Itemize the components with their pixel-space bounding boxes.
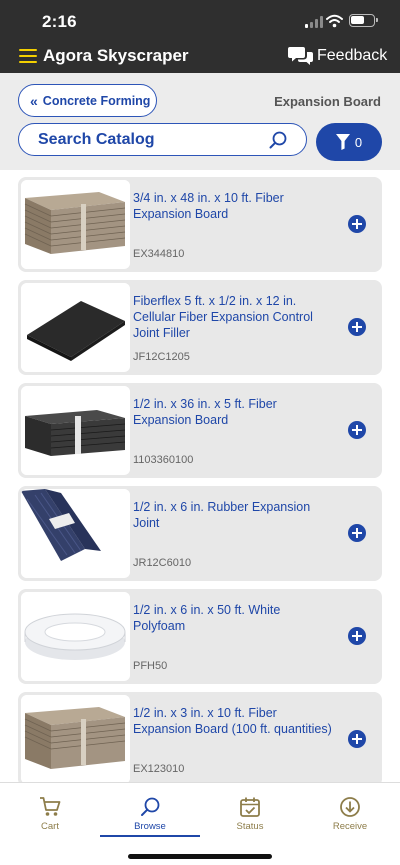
product-card[interactable]: Fiberflex 5 ft. x 1/2 in. x 12 in. Cellu… [18,280,382,375]
product-image [21,180,130,269]
add-to-cart-button[interactable] [348,421,366,439]
battery-icon [349,14,378,27]
tab-receive[interactable]: Receive [300,783,400,838]
search-input[interactable] [38,124,258,155]
back-to-category-button[interactable]: « Concrete Forming [18,84,157,117]
feedback-button[interactable]: Feedback [288,44,387,68]
product-name[interactable]: 1/2 in. x 3 in. x 10 ft. Fiber Expansion… [133,705,333,737]
add-to-cart-button[interactable] [348,318,366,336]
product-sku: JF12C1205 [133,351,190,363]
product-image [21,386,130,475]
app-bar: Agora Skyscraper Feedback [0,40,400,73]
tab-label: Browse [134,821,166,832]
bottom-tab-bar: Cart Browse Status Receive [0,782,400,865]
product-list[interactable]: 3/4 in. x 48 in. x 10 ft. Fiber Expansio… [0,170,400,782]
tab-browse[interactable]: Browse [100,783,200,838]
calendar-check-icon [240,797,260,817]
double-chevron-left-icon: « [30,92,38,109]
wifi-icon [326,14,343,28]
back-button-label: Concrete Forming [42,93,151,108]
active-tab-indicator [100,835,200,837]
cellular-signal-icon [305,16,323,28]
hamburger-menu-icon[interactable] [19,49,37,63]
product-sku: EX344810 [133,248,185,260]
chat-bubbles-icon [288,47,313,65]
catalog-controls: « Concrete Forming Expansion Board 0 [0,73,400,170]
add-to-cart-button[interactable] [348,524,366,542]
download-circle-icon [340,797,360,817]
product-name[interactable]: 3/4 in. x 48 in. x 10 ft. Fiber Expansio… [133,190,333,222]
product-sku: EX123010 [133,763,185,775]
search-bar [18,123,307,156]
home-indicator[interactable] [128,854,272,859]
product-card[interactable]: 1/2 in. x 6 in. x 50 ft. White Polyfoam … [18,589,382,684]
app-title: Agora Skyscraper [43,46,189,65]
product-card[interactable]: 1/2 in. x 6 in. Rubber Expansion Joint J… [18,486,382,581]
product-image [21,592,130,681]
product-card[interactable]: 3/4 in. x 48 in. x 10 ft. Fiber Expansio… [18,177,382,272]
product-name[interactable]: 1/2 in. x 6 in. Rubber Expansion Joint [133,499,333,531]
tab-label: Receive [332,821,368,832]
product-sku: PFH50 [133,660,168,672]
search-icon[interactable] [269,131,287,149]
top-bar: 2:16 Agora Skyscraper Feedback [0,0,400,73]
feedback-label: Feedback [317,47,388,64]
product-name[interactable]: Fiberflex 5 ft. x 1/2 in. x 12 in. Cellu… [133,293,333,341]
filter-count: 0 [354,134,363,150]
tab-cart[interactable]: Cart [0,783,100,838]
status-bar: 2:16 [0,0,400,40]
product-image [21,695,130,782]
product-sku: JR12C6010 [133,557,192,569]
current-category-label: Expansion Board [274,94,381,109]
search-icon [141,797,160,816]
product-card[interactable]: 1/2 in. x 3 in. x 10 ft. Fiber Expansion… [18,692,382,782]
cart-icon [40,797,61,816]
funnel-icon [335,134,350,150]
tab-label: Cart [41,821,59,832]
add-to-cart-button[interactable] [348,627,366,645]
add-to-cart-button[interactable] [348,730,366,748]
product-image [21,283,130,372]
product-name[interactable]: 1/2 in. x 36 in. x 5 ft. Fiber Expansion… [133,396,333,428]
add-to-cart-button[interactable] [348,215,366,233]
product-name[interactable]: 1/2 in. x 6 in. x 50 ft. White Polyfoam [133,602,333,634]
product-image [21,489,130,578]
product-card[interactable]: 1/2 in. x 36 in. x 5 ft. Fiber Expansion… [18,383,382,478]
status-time: 2:16 [42,12,77,31]
tab-label: Status [236,821,264,832]
tab-status[interactable]: Status [200,783,300,838]
filter-button[interactable]: 0 [316,123,382,161]
product-sku: 1103360100 [133,454,194,466]
